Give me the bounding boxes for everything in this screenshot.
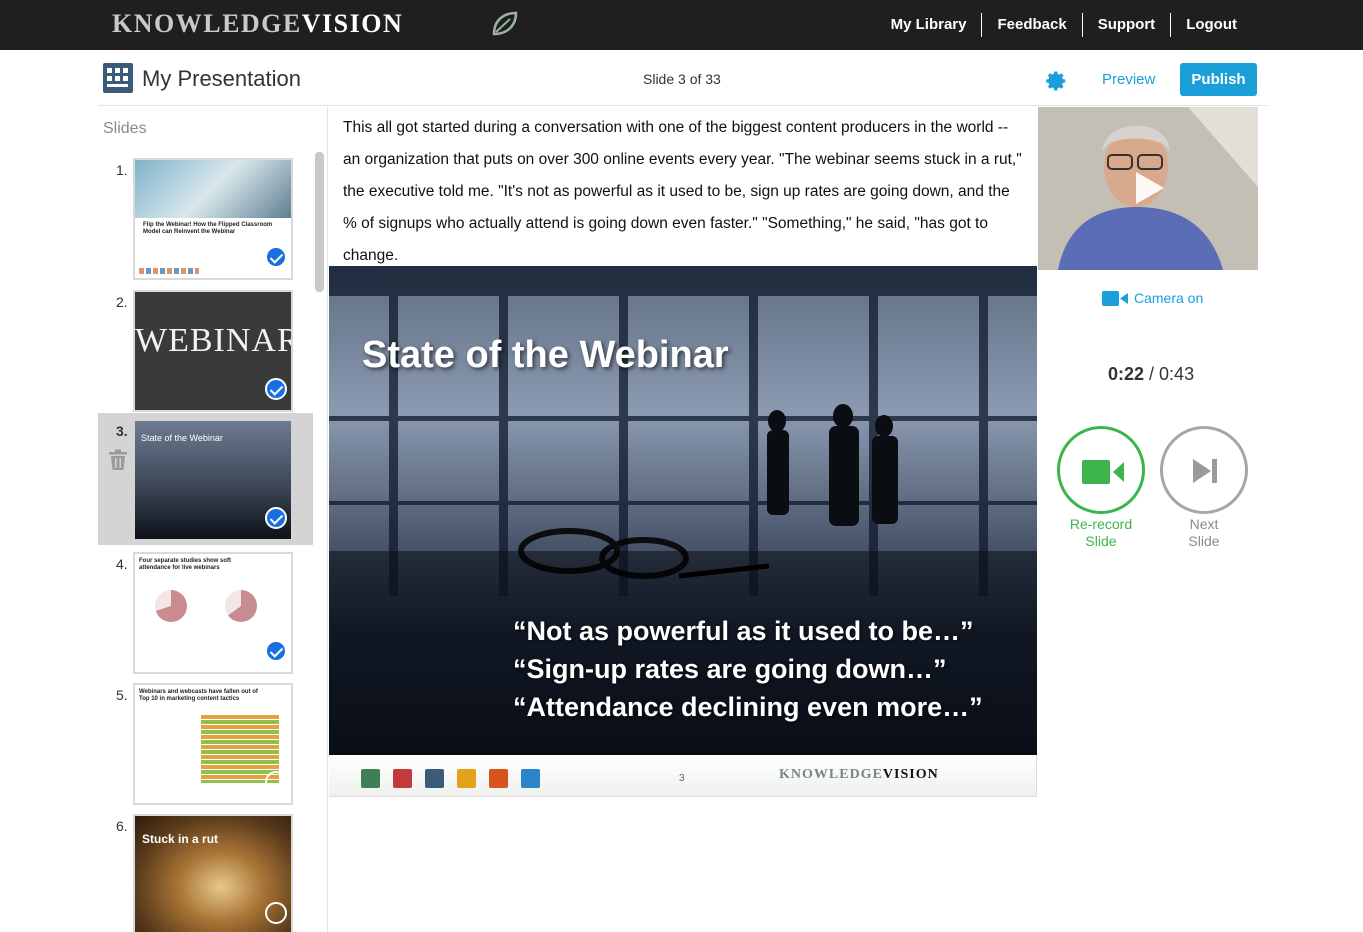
footer-logo: KNOWLEDGEVISION <box>779 767 939 783</box>
rerecord-label-line: Slide <box>1085 533 1117 549</box>
thumbnail-image <box>135 160 291 218</box>
nav-logout[interactable]: Logout <box>1170 13 1363 37</box>
total-time: 0:43 <box>1159 364 1195 384</box>
slide-thumbnail-row-selected[interactable]: 3. State of the Webinar <box>98 413 313 545</box>
unrecorded-check-icon <box>265 902 287 924</box>
camera-preview[interactable] <box>1038 107 1258 270</box>
presentation-title[interactable]: My Presentation <box>142 66 301 92</box>
skip-next-icon <box>1193 459 1217 483</box>
slide-thumbnail[interactable]: Stuck in a rut <box>133 814 293 932</box>
mobile-icon <box>393 769 412 788</box>
slide-title: State of the Webinar <box>362 334 729 376</box>
footer-logo-suffix: VISION <box>882 767 939 782</box>
nav-support[interactable]: Support <box>1081 13 1171 37</box>
slide-quote: “Attendance declining even more…” <box>513 692 983 722</box>
rerecord-label-line: Re-record <box>1069 516 1133 532</box>
next-label-line: Slide <box>1188 533 1220 549</box>
slide-counter: Slide 3 of 33 <box>643 71 721 87</box>
slide-thumbnail[interactable]: Flip the Webinar! How the Flipped Classr… <box>133 158 293 280</box>
camera-icon <box>1102 290 1128 306</box>
publish-button[interactable]: Publish <box>1180 63 1257 96</box>
slide-title-text: State of the Webinar <box>141 433 223 443</box>
video-camera-icon <box>1082 460 1124 484</box>
bar-graphic <box>201 715 279 783</box>
slide-thumbnail-row[interactable]: 5. Webinars and webcasts have fallen out… <box>98 677 313 807</box>
video-icon <box>361 769 380 788</box>
slide-number: 3. <box>116 423 128 439</box>
nav-feedback[interactable]: Feedback <box>981 13 1081 37</box>
nav-my-library[interactable]: My Library <box>876 13 982 37</box>
book-icon <box>521 769 540 788</box>
slide-thumbnail[interactable]: State of the Webinar <box>133 419 293 541</box>
camera-toggle[interactable]: Camera on <box>1102 290 1203 306</box>
logo-prefix: KNOWLEDGE <box>112 9 302 38</box>
dollar-icon <box>457 769 476 788</box>
slide-thumbnail-row[interactable]: 4. Four separate studies show soft atten… <box>98 546 313 676</box>
slide-title-text: Flip the Webinar! How the Flipped Classr… <box>143 222 273 235</box>
rerecord-label[interactable]: Re-record Slide <box>1050 516 1152 550</box>
slide-title-text: Webinars and webcasts have fallen out of… <box>139 689 258 702</box>
top-nav: My Library Feedback Support Logout <box>876 0 1363 50</box>
slides-sidebar: Slides 1. Flip the Webinar! How the Flip… <box>98 107 328 932</box>
slide-number: 6. <box>116 818 128 834</box>
pie-graphic <box>155 590 187 622</box>
slide-title-text: WEBINAR <box>135 322 293 359</box>
slide-thumbnail[interactable]: Webinars and webcasts have fallen out of… <box>133 683 293 805</box>
recorded-check-icon <box>265 507 287 529</box>
next-label-line: Next <box>1189 516 1219 532</box>
presentation-header: My Presentation Slide 3 of 33 Preview Pu… <box>98 51 1268 106</box>
slide-preview: State of the Webinar “Not as powerful as… <box>329 266 1037 755</box>
next-slide-label[interactable]: Next Slide <box>1154 516 1254 550</box>
grid-icon <box>425 769 444 788</box>
flame-icon <box>489 769 508 788</box>
thumbnail-footer-icons <box>139 268 199 274</box>
preview-link[interactable]: Preview <box>1102 71 1155 88</box>
gear-icon[interactable] <box>1046 70 1068 92</box>
slide-thumbnail[interactable]: Four separate studies show soft attendan… <box>133 552 293 674</box>
recording-timer: 0:22 / 0:43 <box>1108 364 1194 385</box>
slide-thumbnail[interactable]: WEBINAR <box>133 290 293 412</box>
elapsed-time: 0:22 <box>1108 364 1145 384</box>
timer-separator: / <box>1144 364 1160 384</box>
slide-title-text: Stuck in a rut <box>142 832 219 846</box>
slide-quote: “Sign-up rates are going down…” <box>513 654 947 684</box>
slide-thumbnail-row[interactable]: 6. Stuck in a rut <box>98 808 313 932</box>
footer-logo-prefix: KNOWLEDGE <box>779 767 883 782</box>
slide-number: 2. <box>116 294 128 310</box>
sidebar-scrollbar[interactable] <box>315 152 324 292</box>
recorded-check-icon <box>265 378 287 400</box>
slide-number: 4. <box>116 556 128 572</box>
top-bar: KNOWLEDGEVISION My Library Feedback Supp… <box>0 0 1363 50</box>
presentation-icon <box>103 63 133 93</box>
slide-number: 1. <box>116 162 128 178</box>
slide-title-text: Four separate studies show soft attendan… <box>139 558 232 571</box>
recorded-check-icon <box>265 640 287 662</box>
logo-suffix: VISION <box>301 9 404 38</box>
knowledgevision-logo[interactable]: KNOWLEDGEVISION <box>112 9 403 39</box>
sidebar-title: Slides <box>103 120 147 137</box>
unrecorded-check-icon <box>265 771 287 793</box>
slide-thumbnail-row[interactable]: 2. WEBINAR <box>98 284 313 414</box>
pie-graphic <box>225 590 257 622</box>
play-icon[interactable] <box>1136 172 1164 204</box>
slide-quotes: “Not as powerful as it used to be…” “Sig… <box>513 612 983 726</box>
slide-thumbnail-row[interactable]: 1. Flip the Webinar! How the Flipped Cla… <box>98 152 313 282</box>
slide-footer: 3 KNOWLEDGEVISION <box>329 755 1037 797</box>
camera-on-label: Camera on <box>1134 290 1204 306</box>
recorded-check-icon <box>265 246 287 268</box>
trash-icon[interactable] <box>108 449 128 471</box>
next-slide-button[interactable] <box>1160 426 1248 514</box>
leaf-icon <box>492 11 518 36</box>
slide-quote: “Not as powerful as it used to be…” <box>513 616 974 646</box>
rerecord-slide-button[interactable] <box>1057 426 1145 514</box>
slide-page-number: 3 <box>679 773 685 784</box>
slide-number: 5. <box>116 687 128 703</box>
slide-transcript[interactable]: This all got started during a conversati… <box>343 112 1023 272</box>
